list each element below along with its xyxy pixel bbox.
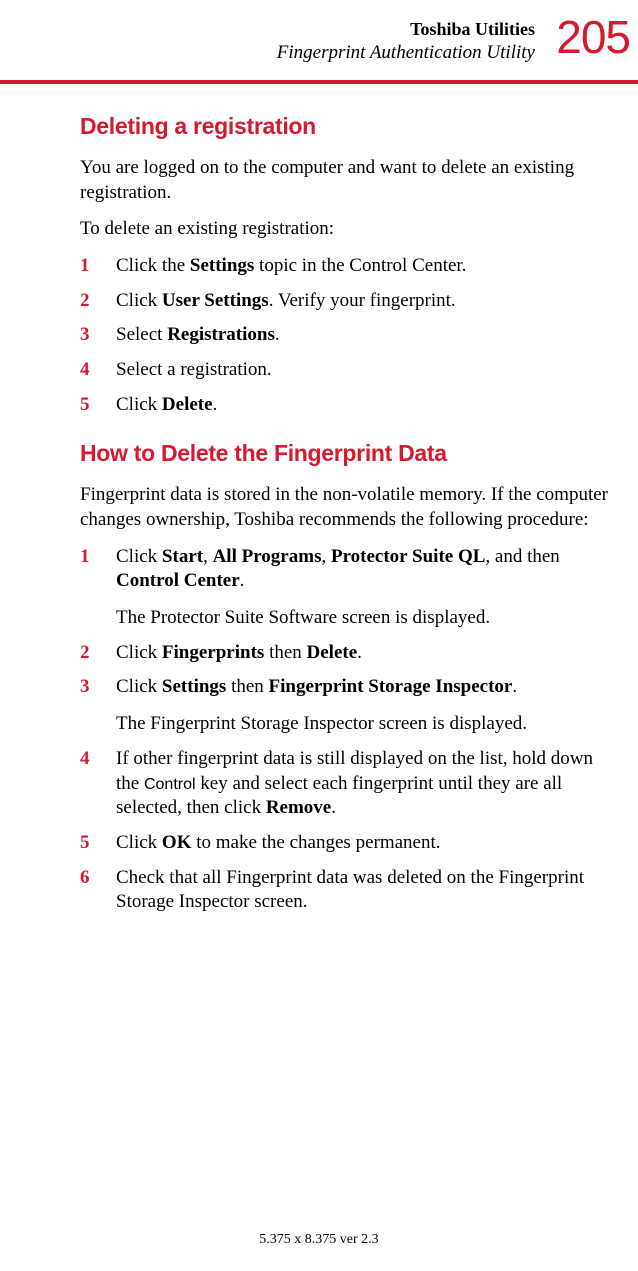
step-text: Check that all Fingerprint data was dele… xyxy=(116,867,584,913)
step-item: 4 If other fingerprint data is still dis… xyxy=(80,747,610,821)
step-item: 3 Select Registrations. xyxy=(80,323,610,348)
page-footer: 5.375 x 8.375 ver 2.3 xyxy=(0,1231,638,1249)
step-text: Select Registrations. xyxy=(116,324,280,345)
step-number: 3 xyxy=(80,323,90,348)
step-text: Click OK to make the changes permanent. xyxy=(116,832,441,853)
page-number: 205 xyxy=(556,8,630,68)
step-subtext: The Protector Suite Software screen is d… xyxy=(116,606,610,631)
step-item: 6 Check that all Fingerprint data was de… xyxy=(80,866,610,915)
heading-delete-fingerprint-data: How to Delete the Fingerprint Data xyxy=(80,439,610,469)
step-text: Select a registration. xyxy=(116,359,272,380)
step-item: 1 Click Start, All Programs, Protector S… xyxy=(80,545,610,631)
heading-deleting-registration: Deleting a registration xyxy=(80,112,610,142)
step-text: Click Settings then Fingerprint Storage … xyxy=(116,676,517,697)
step-number: 5 xyxy=(80,393,90,418)
step-item: 1 Click the Settings topic in the Contro… xyxy=(80,254,610,279)
step-item: 5 Click OK to make the changes permanent… xyxy=(80,831,610,856)
step-text: Click User Settings. Verify your fingerp… xyxy=(116,290,456,311)
step-number: 6 xyxy=(80,866,90,891)
step-text: If other fingerprint data is still displ… xyxy=(116,748,593,818)
page-header: Toshiba Utilities Fingerprint Authentica… xyxy=(0,0,638,84)
step-item: 5 Click Delete. xyxy=(80,393,610,418)
header-text: Toshiba Utilities Fingerprint Authentica… xyxy=(0,18,620,66)
header-section: Fingerprint Authentication Utility xyxy=(0,41,535,66)
step-item: 3 Click Settings then Fingerprint Storag… xyxy=(80,675,610,736)
steps-list-1: 1 Click the Settings topic in the Contro… xyxy=(80,254,610,417)
intro-paragraph-2: To delete an existing registration: xyxy=(80,217,610,242)
intro-paragraph-3: Fingerprint data is stored in the non-vo… xyxy=(80,483,610,532)
step-item: 2 Click Fingerprints then Delete. xyxy=(80,641,610,666)
step-text: Click the Settings topic in the Control … xyxy=(116,255,466,276)
step-number: 1 xyxy=(80,545,90,570)
step-number: 2 xyxy=(80,289,90,314)
step-number: 1 xyxy=(80,254,90,279)
step-text: Click Delete. xyxy=(116,394,217,415)
step-item: 4 Select a registration. xyxy=(80,358,610,383)
step-text: Click Start, All Programs, Protector Sui… xyxy=(116,546,560,592)
step-number: 4 xyxy=(80,358,90,383)
step-subtext: The Fingerprint Storage Inspector screen… xyxy=(116,712,610,737)
steps-list-2: 1 Click Start, All Programs, Protector S… xyxy=(80,545,610,915)
header-chapter: Toshiba Utilities xyxy=(0,18,535,41)
step-text: Click Fingerprints then Delete. xyxy=(116,642,362,663)
page-content: Deleting a registration You are logged o… xyxy=(0,84,638,915)
step-number: 2 xyxy=(80,641,90,666)
intro-paragraph-1: You are logged on to the computer and wa… xyxy=(80,156,610,205)
step-number: 5 xyxy=(80,831,90,856)
step-number: 3 xyxy=(80,675,90,700)
step-number: 4 xyxy=(80,747,90,772)
step-item: 2 Click User Settings. Verify your finge… xyxy=(80,289,610,314)
